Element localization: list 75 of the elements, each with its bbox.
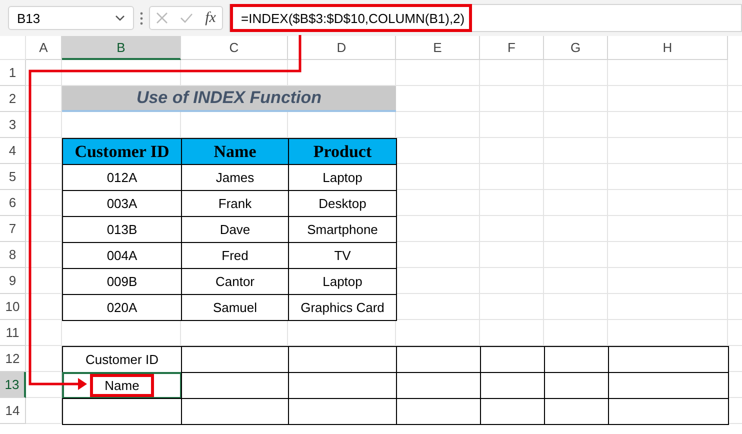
table-cell[interactable]: Name xyxy=(62,372,182,399)
row-header[interactable]: 14 xyxy=(0,398,26,424)
table-cell: 013B xyxy=(62,216,182,243)
table-cell[interactable] xyxy=(181,398,289,425)
column-header[interactable]: C xyxy=(181,36,288,60)
table-cell[interactable] xyxy=(608,346,729,373)
table-cell: Cantor xyxy=(181,268,289,295)
table-cell[interactable] xyxy=(288,372,397,399)
table-cell[interactable] xyxy=(480,346,545,373)
insert-function-button[interactable]: fx xyxy=(205,10,216,26)
table-cell: James xyxy=(181,164,289,191)
table-cell: Laptop xyxy=(288,164,397,191)
row-header[interactable]: 6 xyxy=(0,190,26,216)
row-header[interactable]: 8 xyxy=(0,242,26,268)
row-header[interactable]: 12 xyxy=(0,346,26,372)
table-cell: Fred xyxy=(181,242,289,269)
cell-reference: B13 xyxy=(17,10,40,26)
sheet-title: Use of INDEX Function xyxy=(62,86,396,112)
row-header[interactable]: 11 xyxy=(0,320,26,346)
table-cell[interactable] xyxy=(608,372,729,399)
table-cell: Frank xyxy=(181,190,289,217)
table-cell[interactable] xyxy=(544,346,609,373)
table-cell: Laptop xyxy=(288,268,397,295)
row-header[interactable]: 4 xyxy=(0,138,26,164)
table-cell[interactable] xyxy=(396,372,481,399)
caret-icon xyxy=(115,15,125,21)
column-header[interactable]: F xyxy=(480,36,544,60)
table-cell[interactable] xyxy=(181,372,289,399)
table-cell: Graphics Card xyxy=(288,294,397,321)
table-cell: 012A xyxy=(62,164,182,191)
table-cell[interactable] xyxy=(480,398,545,425)
table-cell[interactable] xyxy=(288,346,397,373)
table-cell: 003A xyxy=(62,190,182,217)
table-cell: 004A xyxy=(62,242,182,269)
column-header[interactable]: G xyxy=(544,36,608,60)
formula-field[interactable]: =INDEX($B$3:$D$10,COLUMN(B1),2) xyxy=(229,4,742,32)
column-header[interactable]: H xyxy=(608,36,728,60)
column-header[interactable]: A xyxy=(26,36,62,60)
table-cell[interactable] xyxy=(480,372,545,399)
table-cell: 020A xyxy=(62,294,182,321)
row-header[interactable]: 9 xyxy=(0,268,26,294)
table-header: Customer ID xyxy=(62,138,182,165)
column-header[interactable]: D xyxy=(288,36,396,60)
table-cell[interactable] xyxy=(544,372,609,399)
table-header: Product xyxy=(288,138,397,165)
table-cell[interactable] xyxy=(396,346,481,373)
table-cell: TV xyxy=(288,242,397,269)
name-box[interactable]: B13 xyxy=(8,6,134,30)
table-cell[interactable] xyxy=(62,398,182,425)
column-header[interactable]: E xyxy=(396,36,480,60)
cell-text: Name xyxy=(90,374,154,397)
table-cell[interactable] xyxy=(544,398,609,425)
row-header[interactable]: 1 xyxy=(0,60,26,86)
check-icon[interactable] xyxy=(180,13,194,23)
row-header[interactable]: 13 xyxy=(0,372,26,398)
table-cell[interactable] xyxy=(288,398,397,425)
table-header: Name xyxy=(181,138,289,165)
row-header[interactable]: 2 xyxy=(0,86,26,112)
table-cell: 009B xyxy=(62,268,182,295)
more-icon[interactable] xyxy=(140,12,143,24)
row-header[interactable]: 3 xyxy=(0,112,26,138)
row-header[interactable]: 7 xyxy=(0,216,26,242)
row-header[interactable]: 5 xyxy=(0,164,26,190)
table-cell[interactable] xyxy=(608,398,729,425)
table-cell[interactable] xyxy=(396,398,481,425)
table-cell: Desktop xyxy=(288,190,397,217)
table-cell: Dave xyxy=(181,216,289,243)
row-header[interactable]: 10 xyxy=(0,294,26,320)
table-cell: Samuel xyxy=(181,294,289,321)
column-header[interactable]: B xyxy=(62,36,181,60)
formula-text: =INDEX($B$3:$D$10,COLUMN(B1),2) xyxy=(230,4,472,32)
table-cell[interactable]: Customer ID xyxy=(62,346,182,373)
cell-text: Customer ID xyxy=(86,352,158,367)
table-cell[interactable] xyxy=(181,346,289,373)
table-cell: Smartphone xyxy=(288,216,397,243)
